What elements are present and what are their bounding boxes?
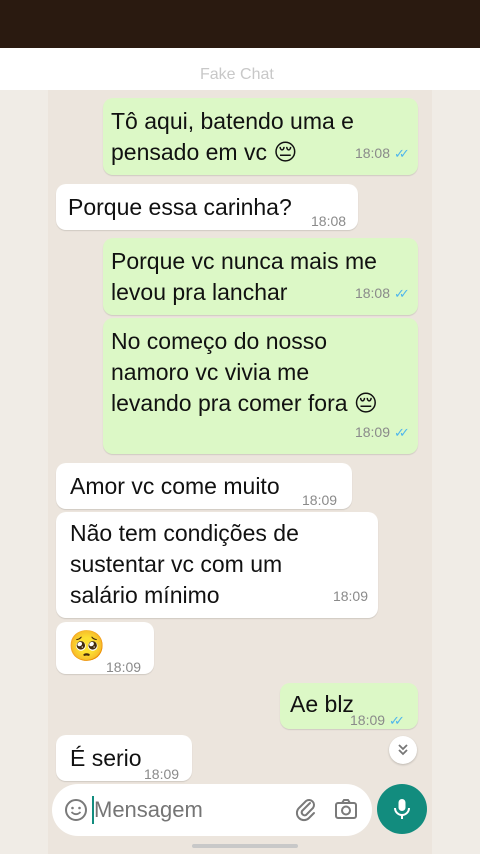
- message-text: Não tem condições de sustentar vc com um…: [70, 520, 299, 608]
- message-bubble-incoming[interactable]: Amor vc come muito 18:09: [56, 463, 352, 509]
- message-text: 🥺: [68, 630, 106, 663]
- camera-icon[interactable]: [334, 797, 358, 826]
- message-meta: 18:08: [311, 206, 346, 237]
- message-input[interactable]: [94, 794, 254, 826]
- message-time: 18:09: [106, 659, 142, 675]
- double-check-icon: ✓✓: [394, 425, 410, 440]
- message-time: 18:09: [350, 712, 386, 728]
- message-bubble-outgoing[interactable]: Porque vc nunca mais me levou pra lancha…: [103, 238, 418, 315]
- message-composer[interactable]: [52, 784, 372, 836]
- status-bar: [0, 0, 480, 48]
- message-bubble-outgoing[interactable]: Tô aqui, batendo uma e pensado em vc 😔 1…: [103, 98, 418, 175]
- message-time: 18:09: [332, 588, 368, 604]
- double-check-icon: ✓✓: [394, 286, 410, 301]
- message-meta: 18:09: [333, 581, 368, 612]
- message-time: 18:08: [354, 145, 390, 161]
- message-bubble-incoming[interactable]: Porque essa carinha? 18:08: [56, 184, 358, 230]
- message-meta: 18:09: [106, 652, 141, 683]
- message-bubble-incoming[interactable]: É serio 18:09: [56, 735, 192, 782]
- double-check-icon: ✓✓: [394, 146, 410, 161]
- message-text: É serio: [70, 745, 142, 771]
- message-bubble-incoming[interactable]: Não tem condições de sustentar vc com um…: [56, 512, 378, 618]
- paperclip-icon[interactable]: [294, 796, 318, 827]
- mic-button[interactable]: [377, 784, 427, 834]
- message-text: Amor vc come muito: [70, 473, 280, 499]
- message-time: 18:08: [354, 285, 390, 301]
- emoji-icon[interactable]: [64, 798, 88, 827]
- message-time: 18:09: [354, 424, 390, 440]
- home-indicator: [192, 844, 298, 848]
- chevron-double-down-icon: [396, 742, 410, 759]
- scroll-to-bottom-button[interactable]: [389, 736, 417, 764]
- message-bubble-outgoing[interactable]: No começo do nosso namoro vc vivia me le…: [103, 318, 418, 454]
- message-bubble-outgoing[interactable]: Ae blz 18:09 ✓✓: [280, 683, 418, 729]
- message-text: Porque essa carinha?: [68, 194, 292, 220]
- message-meta: 18:09 ✓✓: [354, 417, 410, 448]
- message-bubble-incoming[interactable]: 🥺 18:09: [56, 622, 154, 675]
- message-text: No começo do nosso namoro vc vivia me le…: [111, 328, 378, 416]
- message-meta: 18:08 ✓✓: [354, 278, 410, 309]
- mic-icon: [392, 797, 412, 826]
- message-meta: 18:08 ✓✓: [354, 138, 410, 169]
- double-check-icon: ✓✓: [389, 713, 405, 728]
- message-time: 18:08: [311, 213, 347, 229]
- message-text: Ae blz: [290, 691, 354, 717]
- chat-title-faded: Fake Chat: [200, 66, 274, 83]
- message-meta: 18:09 ✓✓: [350, 705, 405, 736]
